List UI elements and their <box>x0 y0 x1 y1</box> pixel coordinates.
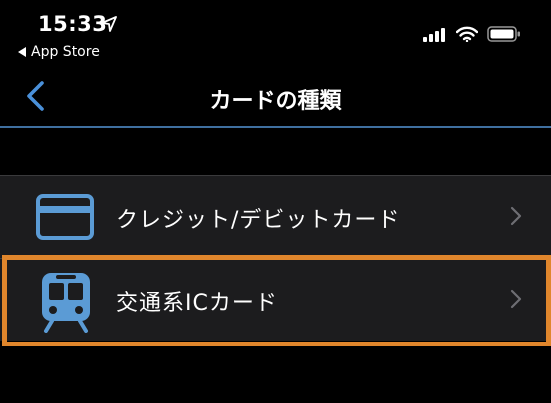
train-icon <box>42 273 90 333</box>
section-header-gap <box>0 128 551 176</box>
bottom-background <box>0 346 551 403</box>
transit-ic-card-label: 交通系ICカード <box>116 291 278 316</box>
chevron-right-icon <box>510 206 522 226</box>
back-app-label: App Store <box>31 44 100 60</box>
navigation-bar: カードの種類 <box>0 66 551 128</box>
credit-debit-card-label: クレジット/デビットカード <box>116 208 401 233</box>
credit-card-icon <box>36 194 94 240</box>
status-time: 15:33 <box>38 12 108 36</box>
status-bar: 15:33 App Store <box>0 0 551 66</box>
cellular-signal-icon <box>423 28 445 42</box>
list-item-transit-ic-card[interactable]: 交通系ICカード <box>0 259 551 341</box>
location-arrow-icon <box>101 16 117 32</box>
list-item-credit-debit-card[interactable]: クレジット/デビットカード <box>0 176 551 258</box>
page-title: カードの種類 <box>209 89 342 114</box>
back-to-app-link[interactable]: App Store <box>18 44 100 60</box>
back-triangle-icon <box>18 47 26 57</box>
wifi-icon <box>456 26 478 42</box>
chevron-right-icon <box>510 289 522 309</box>
battery-icon <box>487 26 520 42</box>
